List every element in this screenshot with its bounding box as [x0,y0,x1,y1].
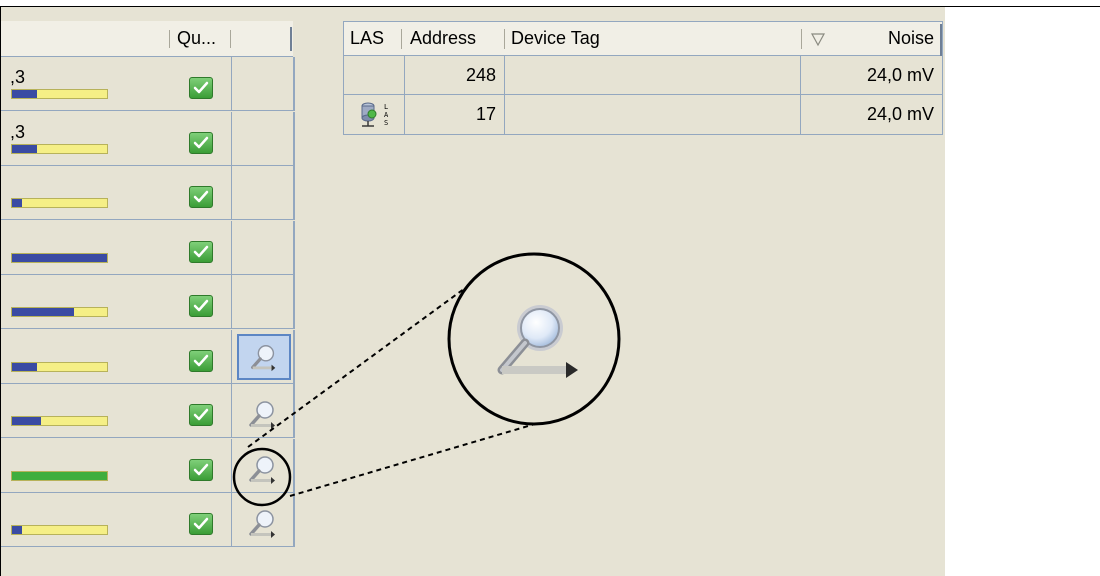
zoom-callout [232,252,621,507]
